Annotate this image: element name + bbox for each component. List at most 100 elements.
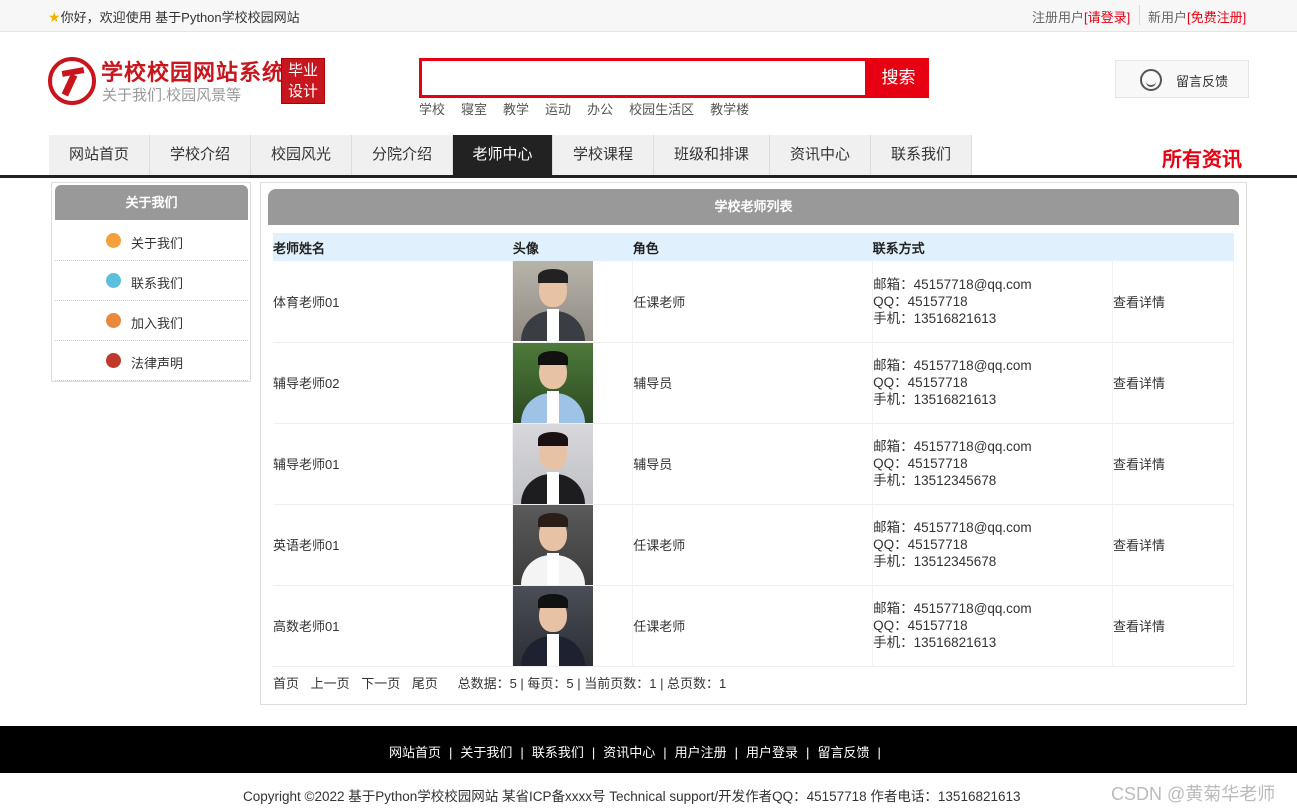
footer-separator: | <box>449 745 453 760</box>
contact-qq: QQ：45157718 <box>873 293 968 309</box>
contact-info: 邮箱：45157718@qq.com QQ：45157718 手机：13516821… <box>872 261 1114 343</box>
nav-item[interactable]: 学校课程 <box>553 135 654 175</box>
contact-qq: QQ：45157718 <box>873 618 968 633</box>
view-details-link[interactable]: 查看详情 <box>1112 423 1234 505</box>
table-row: 高数老师01 任课老师 邮箱：45157718@qq.com QQ：45157718 手… <box>273 585 1234 667</box>
table-row: 辅导老师02 辅导员 邮箱：45157718@qq.com QQ：45157718 手机… <box>273 342 1234 424</box>
table-row: 体育老师01 任课老师 邮箱：45157718@qq.com QQ：45157718 手… <box>273 261 1234 343</box>
hot-keyword[interactable]: 寝室 <box>461 102 487 117</box>
teacher-name: 体育老师01 <box>273 261 514 343</box>
teacher-avatar[interactable] <box>513 261 594 342</box>
register-prompt: 新用户[免费注册] <box>1148 10 1247 25</box>
teacher-avatar[interactable] <box>513 504 594 585</box>
nav-item[interactable]: 网站首页 <box>49 135 150 175</box>
contact-phone: 手机：13516821613 <box>873 392 997 407</box>
pagination: 首页 上一页 下一页 尾页 总数据：5 | 每页：5 | 当前页数：1 | 总页… <box>273 673 726 692</box>
avatar-shirt <box>547 390 560 423</box>
avatar-shirt <box>547 471 560 504</box>
customer-service-icon <box>1140 69 1162 91</box>
footer-separator: | <box>734 745 739 760</box>
sidebar-item[interactable]: 加入我们 <box>55 301 248 341</box>
feedback-button[interactable]: 留言反馈 <box>1115 60 1249 98</box>
nav-item[interactable]: 班级和排课 <box>654 135 770 175</box>
avatar-hair <box>538 269 569 284</box>
avatar-cell <box>512 423 634 505</box>
hot-keyword[interactable]: 教学 <box>503 102 529 117</box>
footer-separator: | <box>877 745 881 760</box>
prev-page-link[interactable]: 上一页 <box>311 676 350 691</box>
nav-item[interactable]: 学校介绍 <box>150 135 251 175</box>
footer-link[interactable]: 网站首页 <box>389 745 441 760</box>
nav-underline <box>0 175 1297 178</box>
login-link[interactable]: [请登录] <box>1084 10 1130 25</box>
footer-link[interactable]: 关于我们 <box>460 745 512 760</box>
sidebar-item-label: 加入我们 <box>131 316 184 331</box>
footer-link[interactable]: 留言反馈 <box>817 745 869 760</box>
view-details-link[interactable]: 查看详情 <box>1112 585 1234 667</box>
hot-keyword[interactable]: 校园生活区 <box>629 102 694 117</box>
graduation-badge: 毕业 设计 <box>281 58 325 104</box>
sidebar-item[interactable]: 关于我们 <box>55 221 248 261</box>
pager-summary: 总数据：5 | 每页：5 | 当前页数：1 | 总页数：1 <box>457 676 727 691</box>
nav-item[interactable]: 分院介绍 <box>352 135 453 175</box>
teacher-role: 辅导员 <box>632 423 874 505</box>
clipboard-icon <box>106 273 121 288</box>
footer-separator: | <box>806 745 810 760</box>
footer-link[interactable]: 用户登录 <box>746 745 798 760</box>
column-header: 老师姓名 <box>273 233 513 261</box>
footer-link[interactable]: 联系我们 <box>532 745 584 760</box>
view-details-link[interactable]: 查看详情 <box>1112 261 1234 343</box>
teacher-name: 辅导老师02 <box>273 342 514 424</box>
nav-item[interactable]: 联系我们 <box>871 135 972 175</box>
register-link[interactable]: [免费注册] <box>1187 10 1246 25</box>
site-subtitle: 关于我们.校园风景等 <box>102 87 242 104</box>
hot-keywords: 学校 寝室 教学 运动 办公 校园生活区 教学楼 <box>419 99 765 118</box>
first-page-link[interactable]: 首页 <box>273 676 299 691</box>
avatar-hair <box>538 350 569 365</box>
power-icon <box>106 353 121 368</box>
sidebar-item[interactable]: 联系我们 <box>55 261 248 301</box>
hot-keyword[interactable]: 教学楼 <box>710 102 749 117</box>
hot-keyword[interactable]: 运动 <box>545 102 571 117</box>
view-details-link[interactable]: 查看详情 <box>1112 504 1234 586</box>
teacher-avatar[interactable] <box>513 342 594 423</box>
contact-phone: 手机：13516821613 <box>873 635 997 650</box>
teacher-name: 高数老师01 <box>273 585 514 667</box>
nav-item[interactable]: 校园风光 <box>251 135 352 175</box>
footer-link[interactable]: 资讯中心 <box>603 745 655 760</box>
sidebar-item[interactable]: 法律声明 <box>55 341 248 381</box>
teacher-name: 英语老师01 <box>273 504 514 586</box>
table-row: 英语老师01 任课老师 邮箱：45157718@qq.com QQ：45157718 手… <box>273 504 1234 586</box>
column-header <box>1112 233 1234 261</box>
orange-circle-icon <box>106 233 121 248</box>
contact-info: 邮箱：45157718@qq.com QQ：45157718 手机：13516821… <box>872 342 1114 424</box>
search-button[interactable]: 搜索 <box>868 58 929 98</box>
hot-keyword[interactable]: 办公 <box>587 102 613 117</box>
teacher-avatar[interactable] <box>513 585 594 666</box>
sidebar-item-label: 法律声明 <box>131 356 184 371</box>
copyright: Copyright ©2022 基于Python学校校园网站 某省ICP备xxx… <box>243 789 1021 804</box>
column-header: 角色 <box>632 233 873 261</box>
contact-info: 邮箱：45157718@qq.com QQ：45157718 手机：13512345… <box>872 423 1114 505</box>
hot-keyword[interactable]: 学校 <box>419 102 445 117</box>
next-page-link[interactable]: 下一页 <box>361 676 400 691</box>
sidebar: 关于我们 关于我们 联系我们 加入我们 法律声明 <box>51 182 251 382</box>
view-details-link[interactable]: 查看详情 <box>1112 342 1234 424</box>
contact-email: 邮箱：45157718@qq.com <box>873 601 1032 616</box>
nav-item[interactable]: 资讯中心 <box>770 135 871 175</box>
avatar-shirt <box>547 309 560 342</box>
teacher-avatar[interactable] <box>513 423 594 504</box>
footer-separator: | <box>591 745 596 760</box>
last-page-link[interactable]: 尾页 <box>412 676 438 691</box>
all-news-link[interactable]: 所有资讯 <box>1162 143 1242 172</box>
nav-item[interactable]: 老师中心 <box>453 135 553 175</box>
search-input[interactable] <box>419 58 868 98</box>
contact-phone: 手机：13512345678 <box>873 473 997 488</box>
lock-icon <box>106 313 121 328</box>
footer-link[interactable]: 用户注册 <box>675 745 727 760</box>
logo-icon[interactable] <box>48 57 96 105</box>
site-title[interactable]: 学校校园网站系统 <box>101 55 285 87</box>
contact-email: 邮箱：45157718@qq.com <box>873 276 1032 292</box>
avatar-hair <box>538 512 569 527</box>
sidebar-item-label: 关于我们 <box>131 236 184 251</box>
